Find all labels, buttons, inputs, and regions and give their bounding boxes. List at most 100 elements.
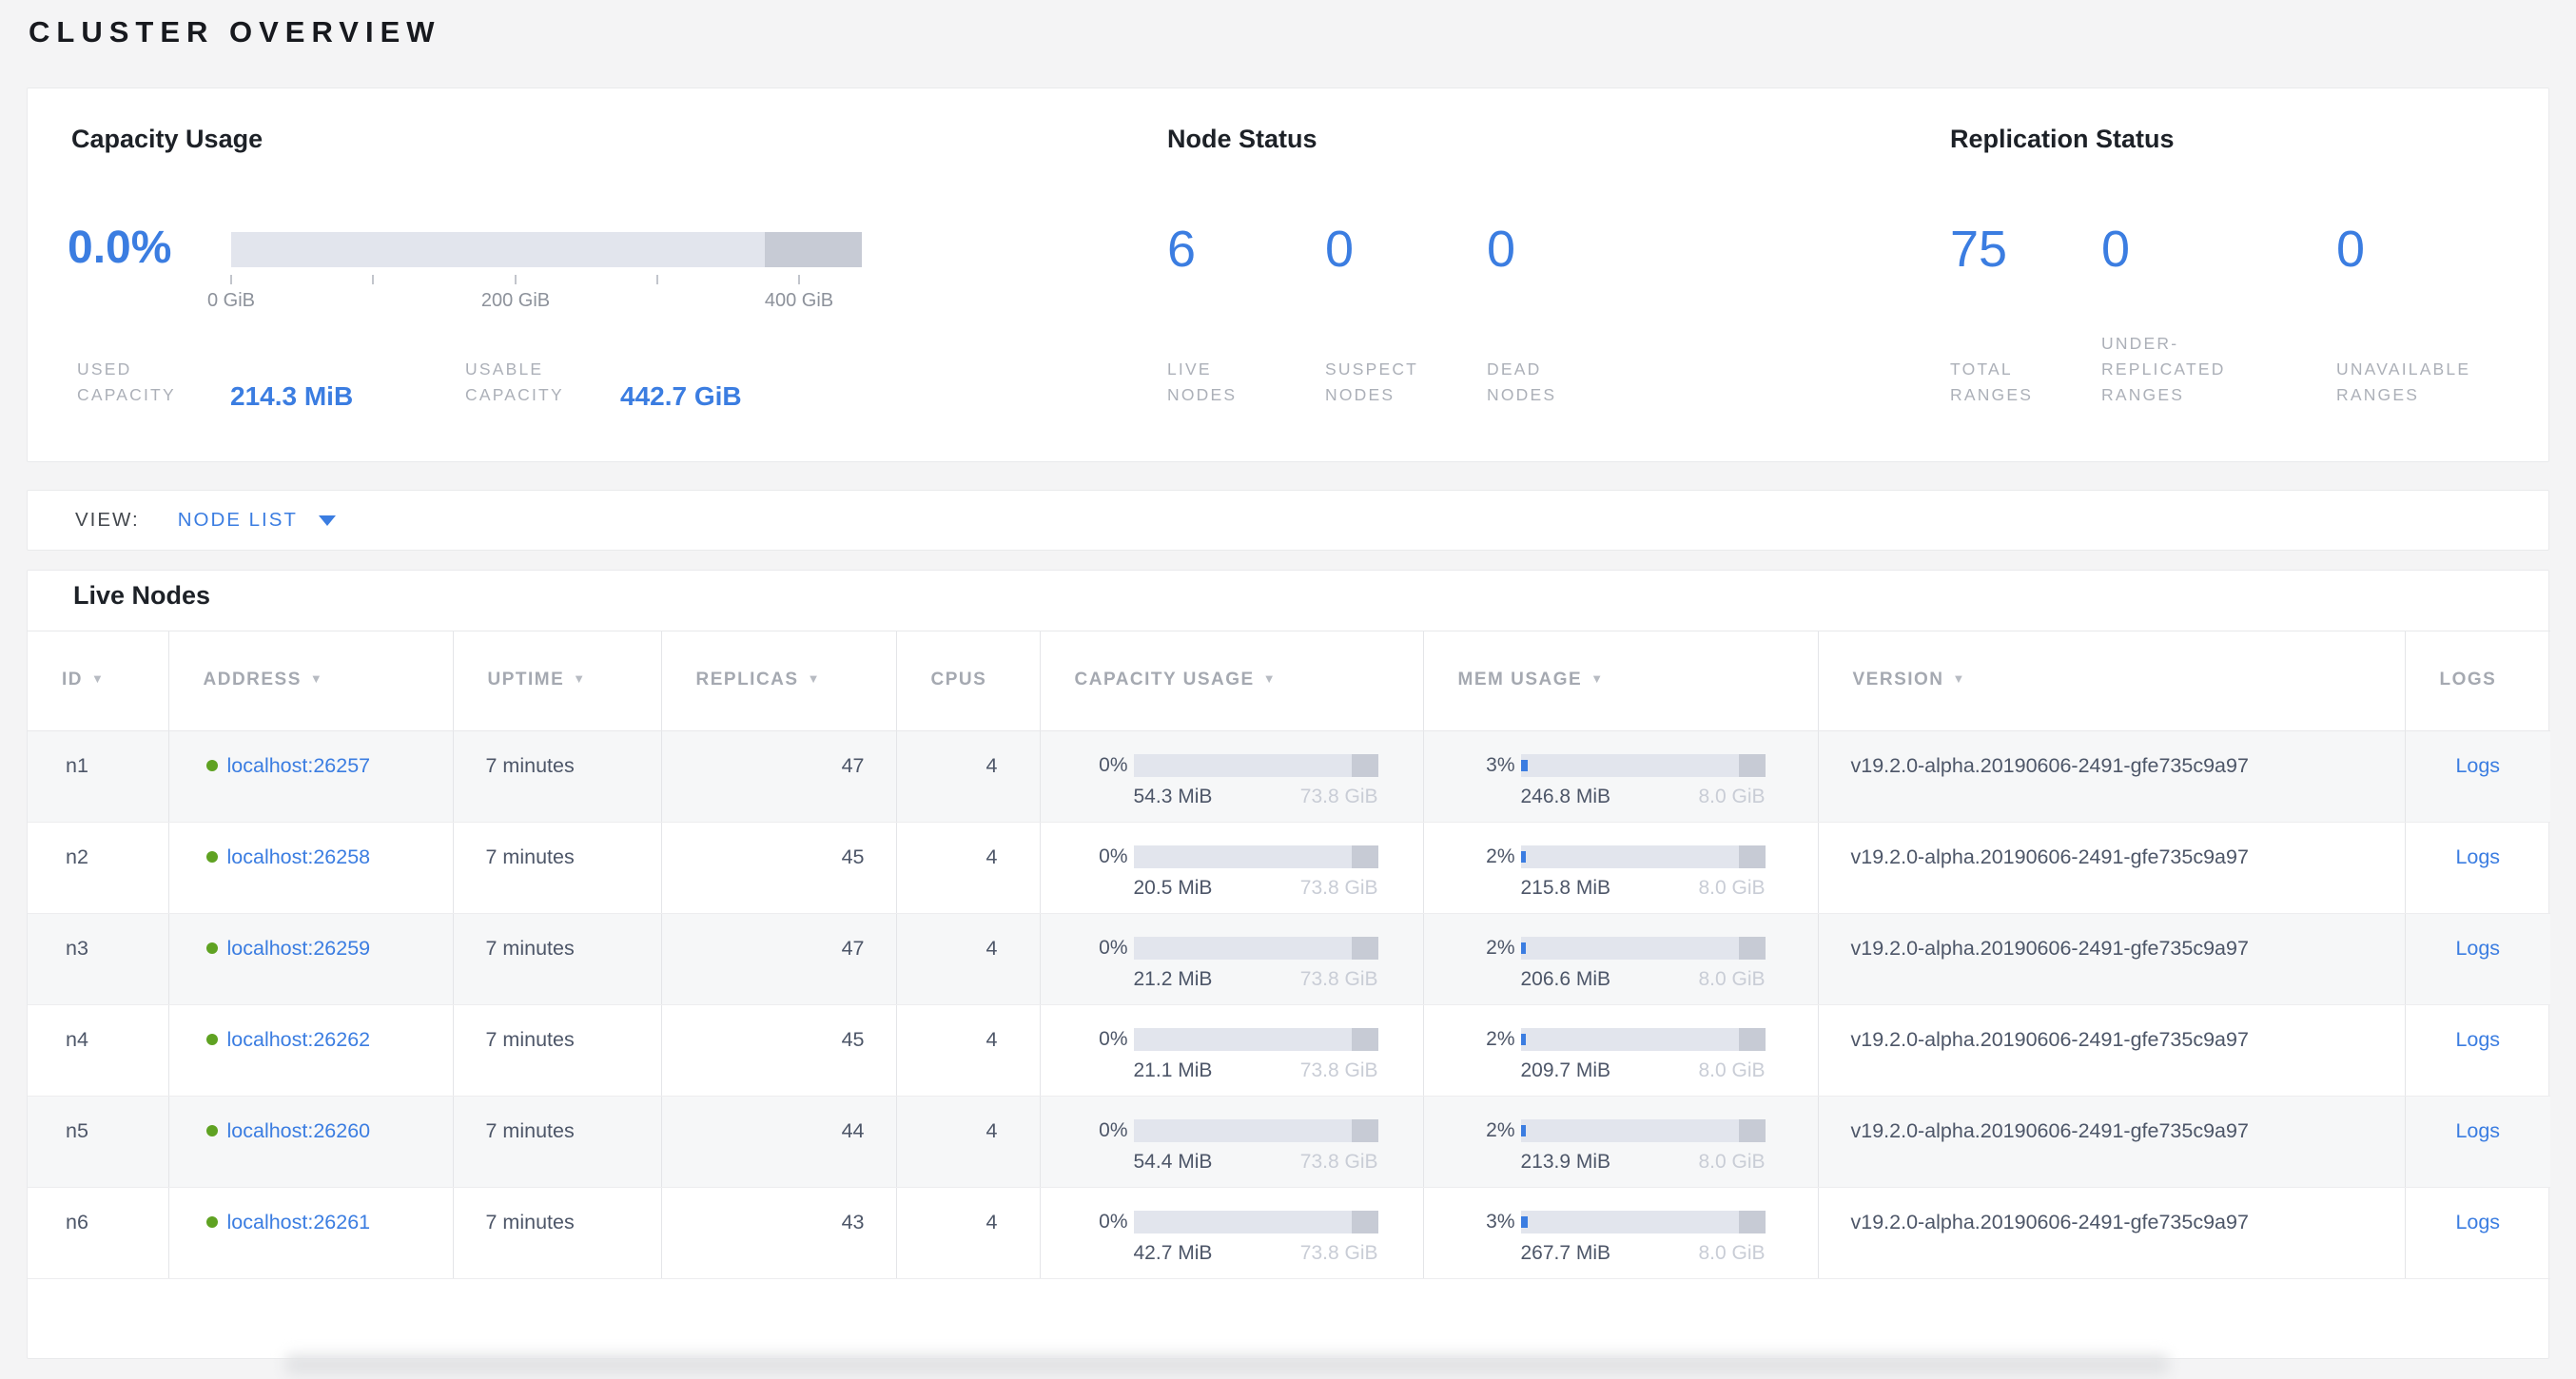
capacity-bar-remainder-segment xyxy=(1352,1119,1378,1142)
mem-bar-remainder-segment xyxy=(1739,937,1766,960)
node-replicas-cell: 43 xyxy=(661,1188,896,1279)
usable-capacity-label: USABLE CAPACITY xyxy=(465,357,598,408)
table-row: n5 localhost:26260 7 minutes 44 4 0% 54.… xyxy=(28,1097,2550,1188)
node-address-cell: localhost:26260 xyxy=(168,1097,453,1188)
node-address-link[interactable]: localhost:26257 xyxy=(227,754,371,777)
node-logs-link[interactable]: Logs xyxy=(2455,1211,2500,1233)
node-mem-usage-cell: 2% 209.7 MiB 8.0 GiB xyxy=(1423,1005,1818,1097)
capacity-usage-bar xyxy=(1134,1119,1378,1142)
live-nodes-label: LIVE NODES xyxy=(1167,357,1286,408)
capacity-bar-remainder-segment xyxy=(1352,1211,1378,1233)
node-version-cell: v19.2.0-alpha.20190606-2491-gfe735c9a97 xyxy=(1818,914,2405,1005)
node-uptime-cell: 7 minutes xyxy=(453,1005,661,1097)
column-header-id[interactable]: ID▼ xyxy=(28,631,168,731)
node-address-link[interactable]: localhost:26258 xyxy=(227,845,371,868)
node-logs-cell: Logs xyxy=(2405,1097,2550,1188)
node-capacity-usage-cell: 0% 42.7 MiB 73.8 GiB xyxy=(1040,1188,1423,1279)
node-uptime-cell: 7 minutes xyxy=(453,1097,661,1188)
suspect-nodes-label: SUSPECT NODES xyxy=(1325,357,1454,408)
node-address-cell: localhost:26259 xyxy=(168,914,453,1005)
node-logs-link[interactable]: Logs xyxy=(2455,1119,2500,1142)
node-address-link[interactable]: localhost:26259 xyxy=(227,937,371,960)
node-live-dot-icon xyxy=(206,1125,218,1136)
node-capacity-usage-cell: 0% 54.3 MiB 73.8 GiB xyxy=(1040,731,1423,823)
node-replicas-cell: 44 xyxy=(661,1097,896,1188)
node-logs-cell: Logs xyxy=(2405,731,2550,823)
live-nodes-table: ID▼ ADDRESS▼ UPTIME▼ REPLICAS▼ CPUS CAPA… xyxy=(28,631,2550,1279)
column-header-replicas[interactable]: REPLICAS▼ xyxy=(661,631,896,731)
chevron-down-icon[interactable] xyxy=(319,515,336,526)
node-logs-link[interactable]: Logs xyxy=(2455,1028,2500,1051)
node-mem-usage-cell: 3% 246.8 MiB 8.0 GiB xyxy=(1423,731,1818,823)
mem-usage-bar xyxy=(1521,1028,1766,1051)
node-logs-cell: Logs xyxy=(2405,914,2550,1005)
node-logs-cell: Logs xyxy=(2405,823,2550,914)
node-cpus-cell: 4 xyxy=(896,823,1040,914)
node-id-cell: n3 xyxy=(28,914,168,1005)
node-logs-link[interactable]: Logs xyxy=(2455,754,2500,777)
capacity-bar-remainder-segment xyxy=(1352,937,1378,960)
table-row: n1 localhost:26257 7 minutes 47 4 0% 54.… xyxy=(28,731,2550,823)
column-header-address[interactable]: ADDRESS▼ xyxy=(168,631,453,731)
under-replicated-ranges-count: 0 xyxy=(2101,223,2130,275)
total-ranges-count: 75 xyxy=(1950,223,2007,275)
node-address-link[interactable]: localhost:26262 xyxy=(227,1028,371,1051)
node-live-dot-icon xyxy=(206,760,218,771)
node-uptime-cell: 7 minutes xyxy=(453,823,661,914)
column-header-mem-usage[interactable]: MEM USAGE▼ xyxy=(1423,631,1818,731)
node-mem-usage-cell: 2% 206.6 MiB 8.0 GiB xyxy=(1423,914,1818,1005)
live-nodes-panel: Live Nodes ID▼ ADDRESS▼ UPTIME▼ REPLICAS… xyxy=(27,570,2549,1359)
column-header-capacity-usage[interactable]: CAPACITY USAGE▼ xyxy=(1040,631,1423,731)
node-uptime-cell: 7 minutes xyxy=(453,731,661,823)
node-address-cell: localhost:26262 xyxy=(168,1005,453,1097)
axis-tick-label: 0 GiB xyxy=(207,290,255,312)
node-live-dot-icon xyxy=(206,1034,218,1045)
capacity-usage-bar xyxy=(1134,1211,1378,1233)
cluster-overview-page: CLUSTER OVERVIEW Capacity Usage 0.0% 0 G… xyxy=(0,0,2576,1379)
dead-nodes-count: 0 xyxy=(1487,223,1515,275)
capacity-bar-remainder-segment xyxy=(765,232,862,267)
node-logs-link[interactable]: Logs xyxy=(2455,845,2500,868)
node-capacity-usage-cell: 0% 20.5 MiB 73.8 GiB xyxy=(1040,823,1423,914)
node-logs-link[interactable]: Logs xyxy=(2455,937,2500,960)
column-header-cpus: CPUS xyxy=(896,631,1040,731)
node-logs-cell: Logs xyxy=(2405,1005,2550,1097)
sort-arrow-icon: ▼ xyxy=(573,671,586,686)
node-mem-usage-cell: 2% 215.8 MiB 8.0 GiB xyxy=(1423,823,1818,914)
capacity-usage-bar xyxy=(1134,937,1378,960)
axis-tick xyxy=(656,275,658,284)
node-cpus-cell: 4 xyxy=(896,1097,1040,1188)
mem-bar-remainder-segment xyxy=(1739,754,1766,777)
mem-bar-remainder-segment xyxy=(1739,1211,1766,1233)
axis-tick xyxy=(230,275,232,284)
view-dropdown[interactable]: NODE LIST xyxy=(178,509,298,532)
live-nodes-heading: Live Nodes xyxy=(73,581,210,611)
node-replicas-cell: 45 xyxy=(661,1005,896,1097)
next-section-shadow xyxy=(285,1354,2169,1375)
axis-tick xyxy=(798,275,800,284)
node-address-link[interactable]: localhost:26260 xyxy=(227,1119,371,1142)
table-header-row: ID▼ ADDRESS▼ UPTIME▼ REPLICAS▼ CPUS CAPA… xyxy=(28,631,2550,731)
capacity-bar-remainder-segment xyxy=(1352,1028,1378,1051)
node-cpus-cell: 4 xyxy=(896,1188,1040,1279)
unavailable-ranges-label: UNAVAILABLE RANGES xyxy=(2336,357,2517,408)
mem-usage-bar xyxy=(1521,937,1766,960)
capacity-usage-bar xyxy=(231,232,862,267)
mem-bar-remainder-segment xyxy=(1739,1028,1766,1051)
live-nodes-count: 6 xyxy=(1167,223,1196,275)
usable-capacity-value: 442.7 GiB xyxy=(620,383,742,409)
mem-usage-bar xyxy=(1521,754,1766,777)
column-header-version[interactable]: VERSION▼ xyxy=(1818,631,2405,731)
capacity-usage-heading: Capacity Usage xyxy=(71,125,263,154)
node-version-cell: v19.2.0-alpha.20190606-2491-gfe735c9a97 xyxy=(1818,1188,2405,1279)
mem-bar-remainder-segment xyxy=(1739,1119,1766,1142)
node-mem-usage-cell: 2% 213.9 MiB 8.0 GiB xyxy=(1423,1097,1818,1188)
overview-summary-panel: Capacity Usage 0.0% 0 GiB 200 GiB 400 Gi… xyxy=(27,87,2549,462)
sort-arrow-icon: ▼ xyxy=(1590,671,1604,686)
view-selector-bar: VIEW: NODE LIST xyxy=(27,490,2549,551)
node-cpus-cell: 4 xyxy=(896,731,1040,823)
column-header-uptime[interactable]: UPTIME▼ xyxy=(453,631,661,731)
node-address-link[interactable]: localhost:26261 xyxy=(227,1211,371,1233)
axis-tick-label: 400 GiB xyxy=(765,290,833,312)
used-capacity-label: USED CAPACITY xyxy=(77,357,210,408)
